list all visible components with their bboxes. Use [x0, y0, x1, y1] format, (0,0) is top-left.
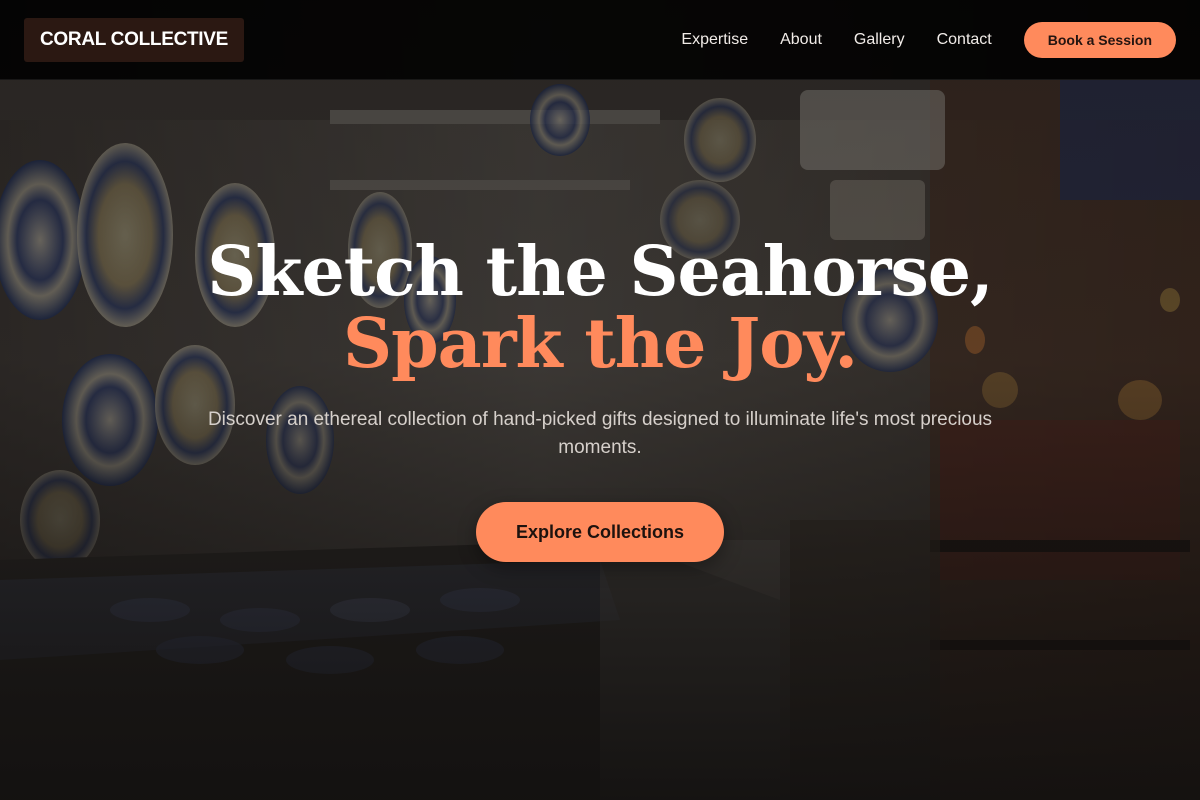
explore-collections-button[interactable]: Explore Collections	[476, 502, 724, 562]
book-session-button[interactable]: Book a Session	[1023, 21, 1176, 58]
headline-line-2: Spark the Joy.	[342, 304, 858, 384]
headline-line-1: Sketch the Seahorse,	[207, 232, 993, 312]
nav-link-gallery[interactable]: Gallery	[854, 31, 905, 49]
nav-link-about[interactable]: About	[780, 31, 822, 49]
hero-content: Sketch the Seahorse, Spark the Joy. Disc…	[0, 0, 1200, 800]
hero-subtitle: Discover an ethereal collection of hand-…	[207, 409, 993, 458]
top-navbar: CORAL COLLECTIVE Expertise About Gallery…	[0, 0, 1200, 80]
hero-headline: Sketch the Seahorse, Spark the Joy.	[0, 236, 1200, 380]
nav-link-contact[interactable]: Contact	[937, 31, 992, 49]
brand-logo[interactable]: CORAL COLLECTIVE	[24, 17, 245, 62]
nav-links: Expertise About Gallery Contact Book a S…	[681, 21, 1176, 58]
nav-link-expertise[interactable]: Expertise	[681, 31, 748, 49]
